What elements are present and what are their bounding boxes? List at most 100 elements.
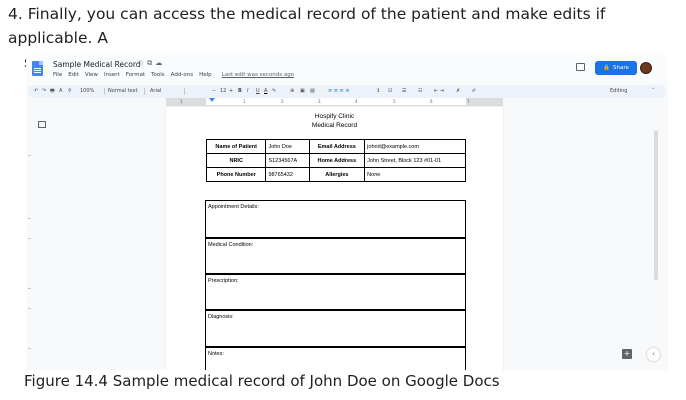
decrease-font-size-icon[interactable]: − <box>212 88 216 94</box>
last-edit-link[interactable]: Last edit was seconds ago <box>222 72 294 78</box>
table-cell-value: 98765432 <box>265 167 310 182</box>
menu-format[interactable]: Format <box>126 72 145 78</box>
clinic-name: Hospify Clinic <box>314 113 355 120</box>
chevron-left-icon[interactable]: ‹ <box>647 348 660 361</box>
bulleted-list-icon[interactable]: ☰ <box>402 88 406 94</box>
patient-info-table: Name of Patient John Doe Email Address j… <box>205 139 466 182</box>
comment-icon[interactable]: ▣ <box>300 88 305 94</box>
divider <box>184 88 185 95</box>
zoom-select[interactable]: 100% <box>80 88 94 94</box>
notes-box[interactable]: Notes: <box>205 347 466 370</box>
title-icons: ☆⧉☁ <box>138 59 165 68</box>
menu-insert[interactable]: Insert <box>104 72 120 78</box>
section-label: Diagnosis: <box>208 314 234 320</box>
checklist-icon[interactable]: ☑ <box>388 88 392 94</box>
redo-icon[interactable]: ↷ <box>42 88 46 94</box>
table-row: Phone Number 98765432 Allergies None <box>205 167 466 182</box>
horizontal-ruler[interactable]: 1 1 2 3 4 5 6 7 <box>166 98 503 106</box>
appointment-details-box[interactable]: Appointment Details: <box>205 200 466 238</box>
title-bar: Sample Medical Record ☆⧉☁ File Edit View… <box>26 55 668 85</box>
ruler-margin-left <box>166 98 206 106</box>
ruler-margin-right <box>466 98 503 106</box>
table-row: NRIC S1234567A Home Address John Street,… <box>205 153 466 168</box>
toolbar: ↶ ↷ 🖶 A ⚲ 100% Normal text Arial − 12 + … <box>28 85 666 98</box>
ruler-mark: 5 <box>393 99 396 104</box>
table-cell-label: NRIC <box>205 153 267 168</box>
table-cell-label: Email Address <box>308 139 366 154</box>
font-select[interactable]: Arial <box>150 88 161 94</box>
clear-formatting-icon[interactable]: ✗ <box>456 88 460 94</box>
underline-button[interactable]: U <box>256 88 260 94</box>
align-icons[interactable]: ≡ ≡ ≡ ≡ <box>328 88 350 94</box>
ruler-mark: 3 <box>318 99 321 104</box>
table-cell-value: John Doe <box>265 139 310 154</box>
table-cell-value: None <box>364 167 466 182</box>
section-label: Appointment Details: <box>208 204 259 210</box>
menu-tools[interactable]: Tools <box>151 72 165 78</box>
font-size-input[interactable]: 12 <box>220 88 226 94</box>
table-cell-label: Name of Patient <box>205 139 267 154</box>
line-spacing-icon[interactable]: ↕ <box>376 88 380 94</box>
ruler-mark: 7 <box>467 99 470 104</box>
comment-history-icon[interactable] <box>576 63 585 71</box>
editing-mode-select[interactable]: Editing <box>610 88 627 94</box>
table-cell-label: Allergies <box>308 167 366 182</box>
document-outline-icon[interactable] <box>38 121 46 128</box>
vertical-scrollbar[interactable] <box>654 130 658 280</box>
ruler-mark: 6 <box>430 99 433 104</box>
chevron-up-icon[interactable]: ˄ <box>652 88 655 94</box>
google-docs-screenshot: Sample Medical Record ☆⧉☁ File Edit View… <box>26 55 668 370</box>
table-cell-label: Phone Number <box>205 167 267 182</box>
lock-icon: 🔒 <box>603 65 610 71</box>
image-icon[interactable]: ▨ <box>310 88 315 94</box>
medical-condition-box[interactable]: Medical Condition: <box>205 238 466 274</box>
star-icon[interactable]: ☆ <box>138 59 147 67</box>
style-select[interactable]: Normal text <box>108 88 138 94</box>
section-label: Notes: <box>208 351 224 357</box>
numbered-list-icon[interactable]: ☷ <box>418 88 422 94</box>
document-title[interactable]: Sample Medical Record <box>53 60 141 69</box>
pen-icon[interactable]: ✐ <box>472 88 476 94</box>
spellcheck-icon[interactable]: A <box>59 88 62 94</box>
indent-marker-icon[interactable] <box>209 98 215 102</box>
add-icon[interactable]: + <box>622 349 632 359</box>
menu-edit[interactable]: Edit <box>68 72 79 78</box>
intro-line-1: 4. Finally, you can access the medical r… <box>8 5 606 47</box>
print-icon[interactable]: 🖶 <box>50 88 55 96</box>
diagnosis-box[interactable]: Diagnosis: <box>205 310 466 347</box>
menu-help[interactable]: Help <box>199 72 212 78</box>
share-button[interactable]: 🔒 Share <box>595 61 637 75</box>
vertical-ruler[interactable] <box>26 108 32 370</box>
table-cell-value: johnd@example.com <box>364 139 466 154</box>
prescription-box[interactable]: Prescription: <box>205 274 466 310</box>
indent-icons[interactable]: ⇤ ⇥ <box>434 88 444 94</box>
paint-format-icon[interactable]: ⚲ <box>68 88 72 94</box>
clinic-header: Hospify Clinic Medical Record <box>166 112 503 130</box>
record-subtitle: Medical Record <box>311 122 358 129</box>
avatar[interactable] <box>640 62 652 74</box>
section-label: Medical Condition: <box>208 242 254 248</box>
highlight-icon[interactable]: ✎ <box>272 88 276 94</box>
italic-button[interactable]: I <box>247 88 248 94</box>
increase-font-size-icon[interactable]: + <box>229 88 233 94</box>
cloud-status-icon[interactable]: ☁ <box>155 59 165 67</box>
docs-logo-icon[interactable] <box>32 61 43 76</box>
menu-file[interactable]: File <box>53 72 62 78</box>
text-color-button[interactable]: A <box>264 88 267 94</box>
ruler-mark: 2 <box>281 99 284 104</box>
document-page[interactable]: Hospify Clinic Medical Record Name of Pa… <box>166 107 503 370</box>
ruler-mark: 1 <box>180 99 183 104</box>
table-row: Name of Patient John Doe Email Address j… <box>205 139 466 154</box>
menu-add-ons[interactable]: Add-ons <box>171 72 193 78</box>
table-cell-label: Home Address <box>308 153 366 168</box>
menu-bar: File Edit View Insert Format Tools Add-o… <box>53 72 294 78</box>
menu-view[interactable]: View <box>85 72 98 78</box>
undo-icon[interactable]: ↶ <box>34 88 38 94</box>
divider <box>104 88 105 95</box>
bold-button[interactable]: B <box>238 88 242 94</box>
divider <box>144 88 145 95</box>
ruler-mark: 1 <box>243 99 246 104</box>
figure-caption: Figure 14.4 Sample medical record of Joh… <box>24 372 500 390</box>
link-icon[interactable]: ⊕ <box>290 88 294 94</box>
section-label: Prescription: <box>208 278 239 284</box>
